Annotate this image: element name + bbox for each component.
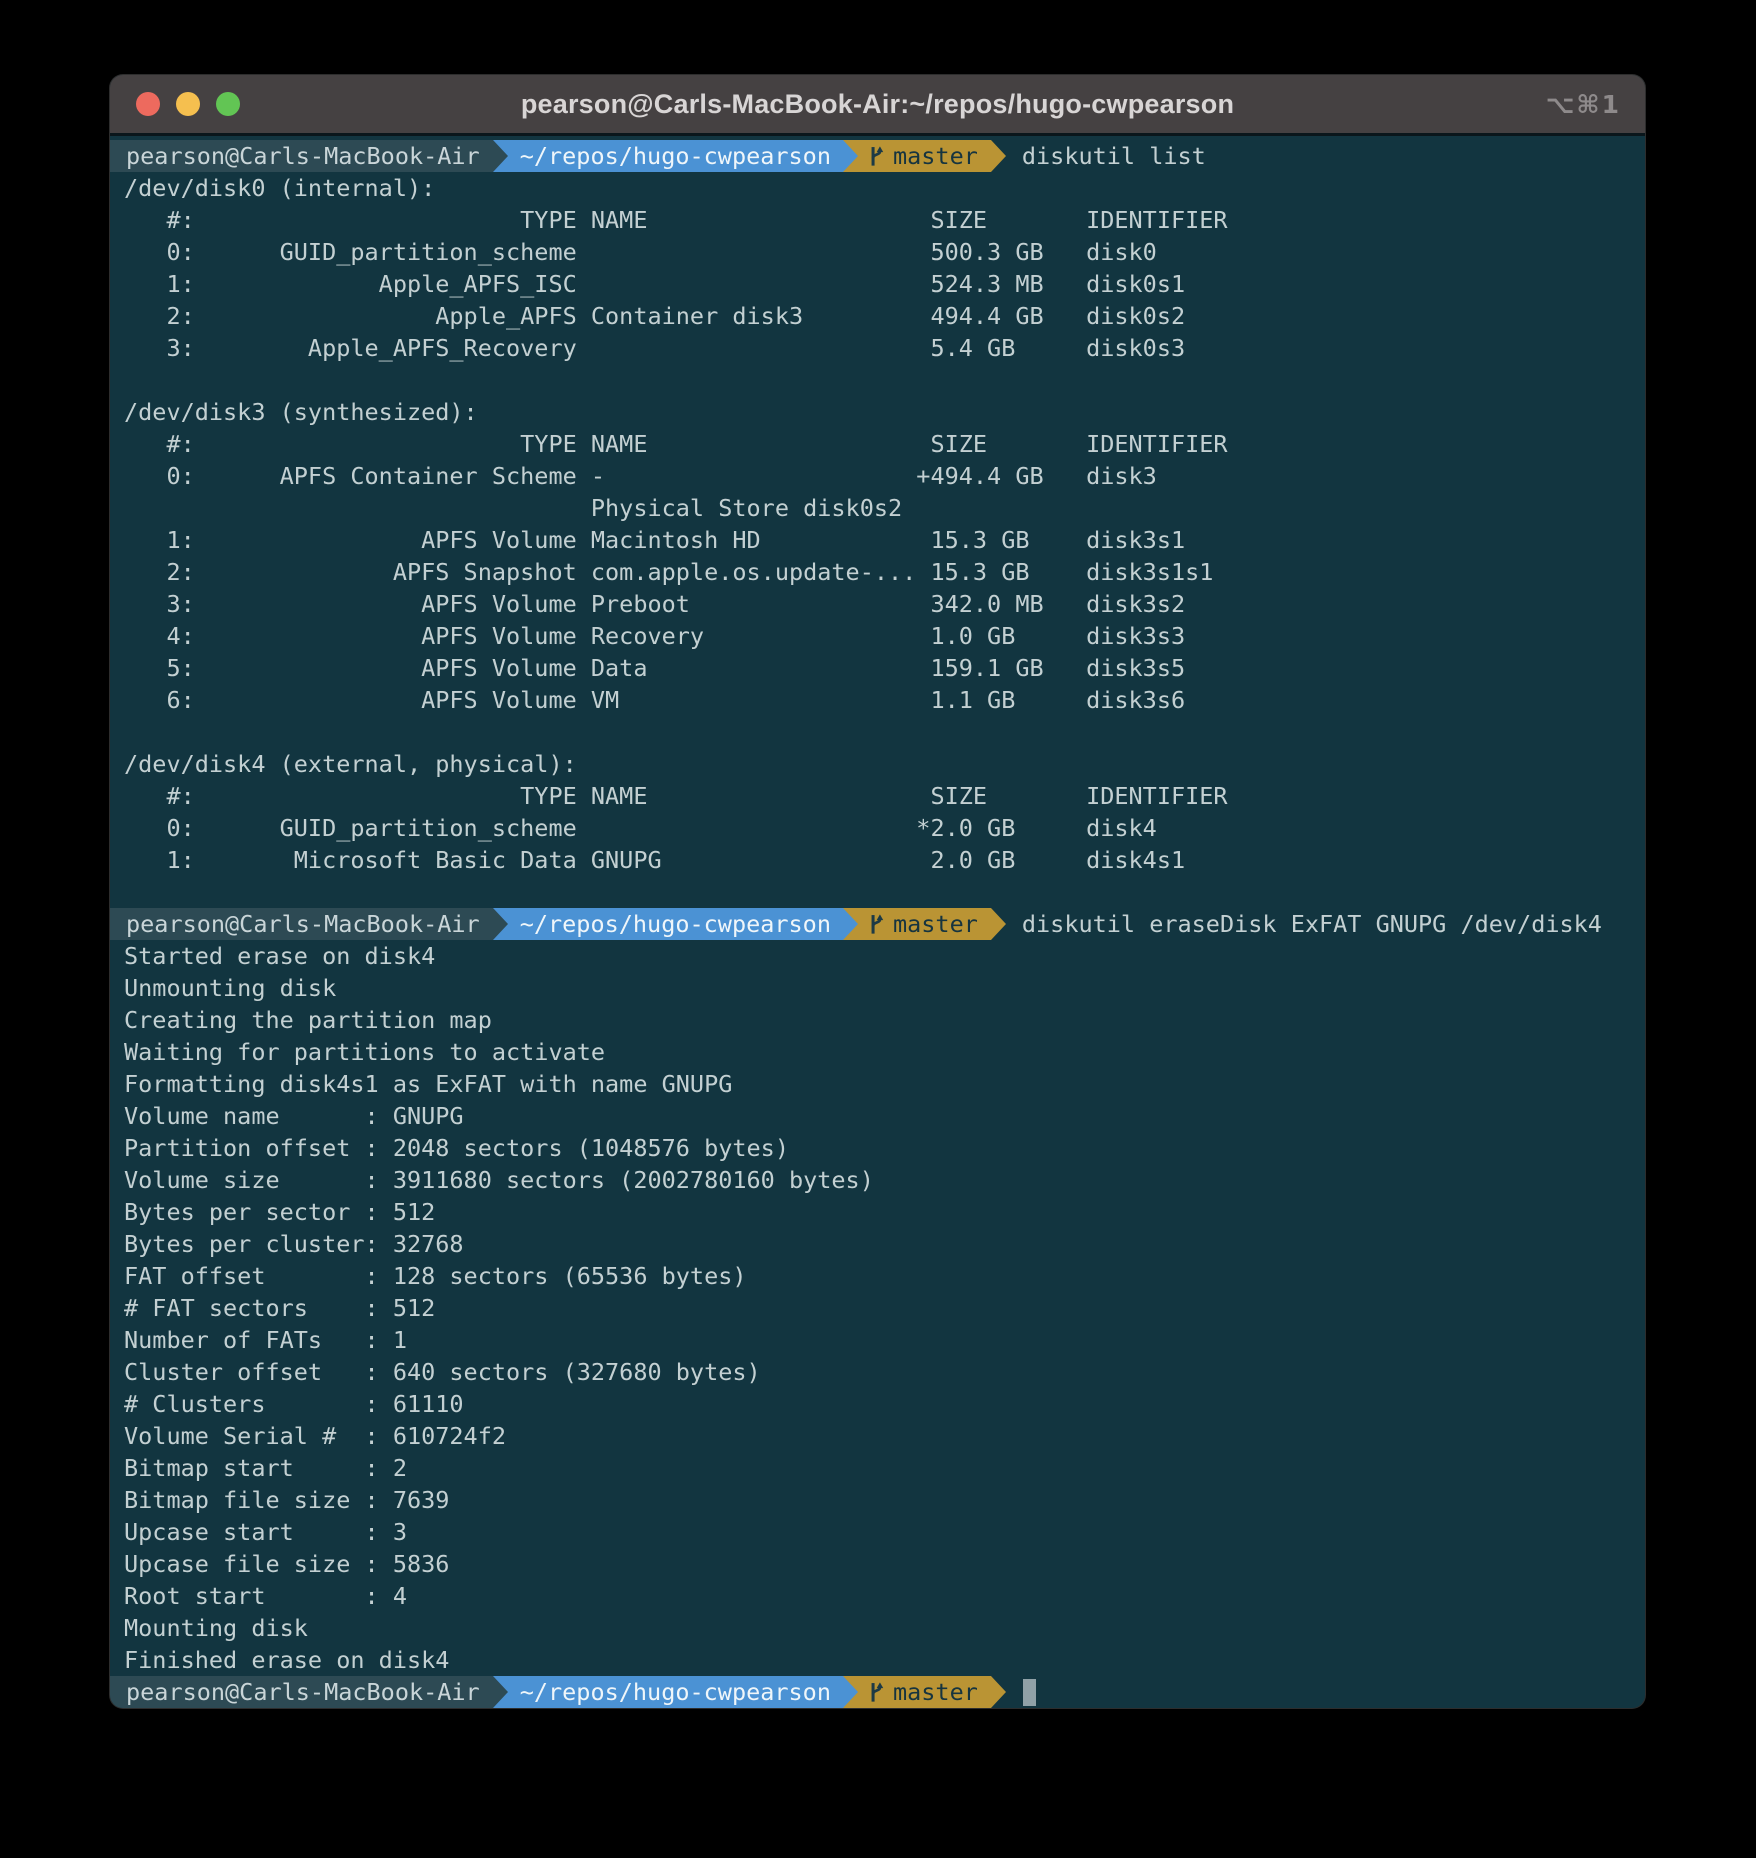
- output-line: Volume size : 3911680 sectors (200278016…: [124, 1164, 1645, 1196]
- prompt-user-host: pearson@Carls-MacBook-Air: [126, 908, 480, 940]
- traffic-lights: [136, 75, 240, 133]
- output-line: FAT offset : 128 sectors (65536 bytes): [124, 1260, 1645, 1292]
- prompt-git-segment: master: [858, 1676, 991, 1708]
- prompt-line: pearson@Carls-MacBook-Air ~/repos/hugo-cw…: [110, 1676, 1645, 1708]
- output-line: Volume Serial # : 610724f2: [124, 1420, 1645, 1452]
- output-line: Mounting disk: [124, 1612, 1645, 1644]
- output-line: Physical Store disk0s2: [124, 492, 1645, 524]
- terminal-body[interactable]: pearson@Carls-MacBook-Air ~/repos/hugo-cw…: [110, 136, 1645, 1708]
- output-line: Volume name : GNUPG: [124, 1100, 1645, 1132]
- output-line: /dev/disk3 (synthesized):: [124, 396, 1645, 428]
- prompt-user-host: pearson@Carls-MacBook-Air: [126, 140, 480, 172]
- output-line: 0: APFS Container Scheme - +494.4 GB dis…: [124, 460, 1645, 492]
- output-line: 0: GUID_partition_scheme 500.3 GB disk0: [124, 236, 1645, 268]
- output-line: Cluster offset : 640 sectors (327680 byt…: [124, 1356, 1645, 1388]
- prompt-cwd-segment: ~/repos/hugo-cwpearson: [508, 1676, 843, 1708]
- minimize-button[interactable]: [176, 92, 200, 116]
- output-line: #: TYPE NAME SIZE IDENTIFIER: [124, 204, 1645, 236]
- output-line: [124, 364, 1645, 396]
- window-shortcut-hint: ⌥⌘1: [1546, 75, 1621, 133]
- titlebar[interactable]: pearson@Carls-MacBook-Air:~/repos/hugo-c…: [110, 75, 1645, 136]
- powerline-arrow: [991, 1676, 1006, 1708]
- prompt-cwd-segment: ~/repos/hugo-cwpearson: [508, 908, 843, 940]
- output-line: [124, 876, 1645, 908]
- zoom-button[interactable]: [216, 92, 240, 116]
- output-line: 0: GUID_partition_scheme *2.0 GB disk4: [124, 812, 1645, 844]
- output-line: Bitmap file size : 7639: [124, 1484, 1645, 1516]
- prompt-git-branch: master: [893, 1676, 978, 1708]
- output-line: Partition offset : 2048 sectors (1048576…: [124, 1132, 1645, 1164]
- output-line: Waiting for partitions to activate: [124, 1036, 1645, 1068]
- terminal-cursor: [1023, 1679, 1036, 1706]
- prompt-cwd-segment: ~/repos/hugo-cwpearson: [508, 140, 843, 172]
- output-line: 2: APFS Snapshot com.apple.os.update-...…: [124, 556, 1645, 588]
- prompt-git-segment: master: [858, 140, 991, 172]
- git-branch-icon: [868, 145, 885, 167]
- powerline-arrow: [991, 140, 1006, 172]
- prompt-git-branch: master: [893, 908, 978, 940]
- output-line: /dev/disk0 (internal):: [124, 172, 1645, 204]
- prompt-user-host-segment: pearson@Carls-MacBook-Air: [110, 908, 493, 940]
- command-output: /dev/disk0 (internal): #: TYPE NAME SIZE…: [110, 172, 1645, 908]
- output-line: Number of FATs : 1: [124, 1324, 1645, 1356]
- prompt-user-host: pearson@Carls-MacBook-Air: [126, 1676, 480, 1708]
- output-line: Bytes per sector : 512: [124, 1196, 1645, 1228]
- output-line: # Clusters : 61110: [124, 1388, 1645, 1420]
- output-line: Bytes per cluster: 32768: [124, 1228, 1645, 1260]
- output-line: Finished erase on disk4: [124, 1644, 1645, 1676]
- output-line: 2: Apple_APFS Container disk3 494.4 GB d…: [124, 300, 1645, 332]
- powerline-arrow: [843, 1676, 858, 1708]
- prompt-user-host-segment: pearson@Carls-MacBook-Air: [110, 1676, 493, 1708]
- prompt-git-branch: master: [893, 140, 978, 172]
- terminal-window: pearson@Carls-MacBook-Air:~/repos/hugo-c…: [110, 75, 1645, 1708]
- output-line: 6: APFS Volume VM 1.1 GB disk3s6: [124, 684, 1645, 716]
- output-line: [124, 716, 1645, 748]
- powerline-arrow: [493, 140, 508, 172]
- output-line: Creating the partition map: [124, 1004, 1645, 1036]
- output-line: #: TYPE NAME SIZE IDENTIFIER: [124, 780, 1645, 812]
- output-line: 1: Apple_APFS_ISC 524.3 MB disk0s1: [124, 268, 1645, 300]
- prompt-cwd: ~/repos/hugo-cwpearson: [520, 140, 831, 172]
- window-title: pearson@Carls-MacBook-Air:~/repos/hugo-c…: [110, 89, 1645, 120]
- prompt-line: pearson@Carls-MacBook-Air ~/repos/hugo-cw…: [110, 140, 1645, 172]
- powerline-arrow: [493, 1676, 508, 1708]
- output-line: /dev/disk4 (external, physical):: [124, 748, 1645, 780]
- powerline-arrow: [493, 908, 508, 940]
- output-line: Upcase file size : 5836: [124, 1548, 1645, 1580]
- output-line: # FAT sectors : 512: [124, 1292, 1645, 1324]
- git-branch-icon: [868, 913, 885, 935]
- output-line: 1: Microsoft Basic Data GNUPG 2.0 GB dis…: [124, 844, 1645, 876]
- output-line: 3: Apple_APFS_Recovery 5.4 GB disk0s3: [124, 332, 1645, 364]
- output-line: Upcase start : 3: [124, 1516, 1645, 1548]
- output-line: 5: APFS Volume Data 159.1 GB disk3s5: [124, 652, 1645, 684]
- powerline-arrow: [843, 908, 858, 940]
- powerline-arrow: [991, 908, 1006, 940]
- command-text: diskutil eraseDisk ExFAT GNUPG /dev/disk…: [1022, 908, 1602, 940]
- powerline-arrow: [843, 140, 858, 172]
- git-branch-icon: [868, 1681, 885, 1703]
- output-line: Started erase on disk4: [124, 940, 1645, 972]
- command-output: Started erase on disk4Unmounting diskCre…: [110, 940, 1645, 1676]
- close-button[interactable]: [136, 92, 160, 116]
- command-text: diskutil list: [1022, 140, 1206, 172]
- prompt-cwd: ~/repos/hugo-cwpearson: [520, 1676, 831, 1708]
- output-line: 4: APFS Volume Recovery 1.0 GB disk3s3: [124, 620, 1645, 652]
- prompt-git-segment: master: [858, 908, 991, 940]
- prompt-user-host-segment: pearson@Carls-MacBook-Air: [110, 140, 493, 172]
- output-line: Root start : 4: [124, 1580, 1645, 1612]
- output-line: 1: APFS Volume Macintosh HD 15.3 GB disk…: [124, 524, 1645, 556]
- output-line: #: TYPE NAME SIZE IDENTIFIER: [124, 428, 1645, 460]
- output-line: Bitmap start : 2: [124, 1452, 1645, 1484]
- output-line: 3: APFS Volume Preboot 342.0 MB disk3s2: [124, 588, 1645, 620]
- output-line: Formatting disk4s1 as ExFAT with name GN…: [124, 1068, 1645, 1100]
- prompt-cwd: ~/repos/hugo-cwpearson: [520, 908, 831, 940]
- output-line: Unmounting disk: [124, 972, 1645, 1004]
- prompt-line: pearson@Carls-MacBook-Air ~/repos/hugo-cw…: [110, 908, 1645, 940]
